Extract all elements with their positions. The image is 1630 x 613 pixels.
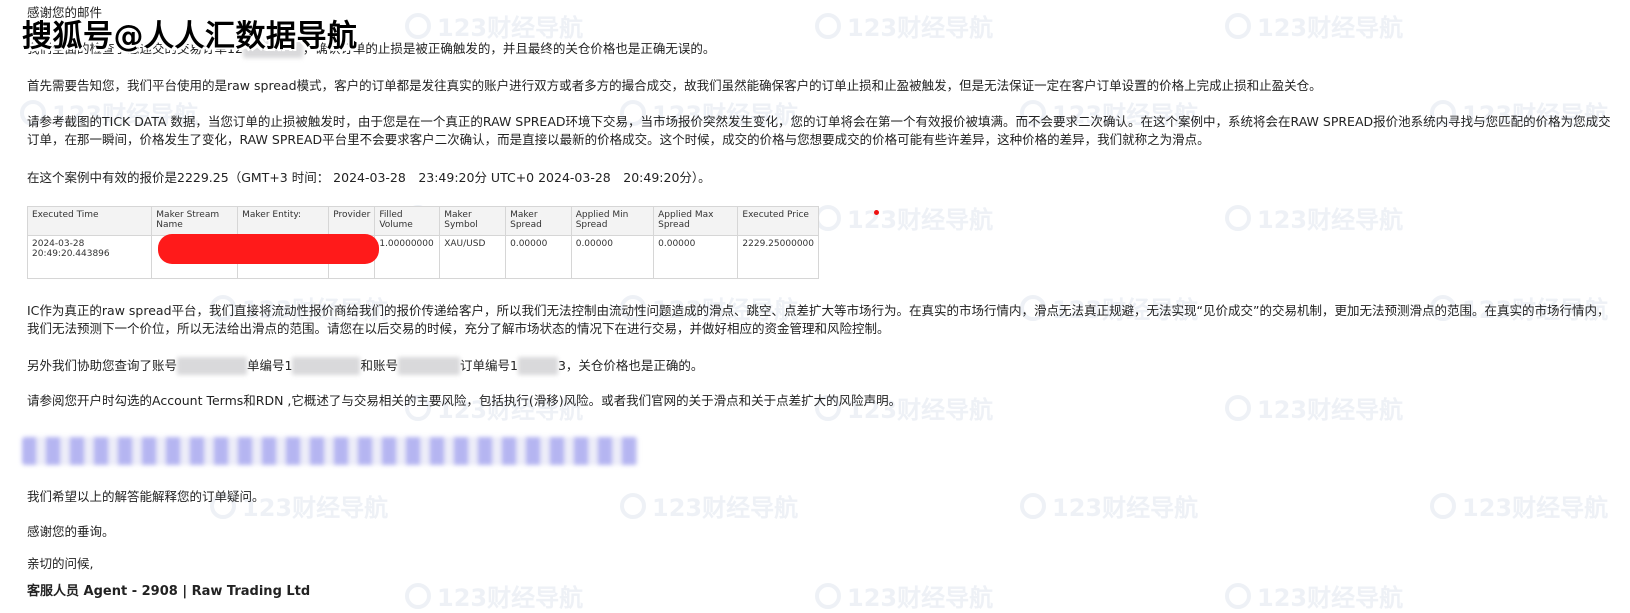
account-redaction: xxxxxxx — [177, 357, 248, 375]
p6-part-e: 3，关仓价格也是正确的。 — [557, 358, 704, 373]
table-header-row: Executed Time Maker Stream Name Maker En… — [26, 206, 819, 236]
p6-part-b: 单编号1 — [247, 358, 293, 373]
account-redaction: xxxxxx — [397, 357, 460, 375]
col-applied-max-spread: Applied Max Spread — [653, 206, 739, 236]
email-paragraph-3: 请参考截图的TICK DATA 数据，当您订单的止损被触发时，由于您是在一个真正… — [27, 114, 1611, 147]
red-redaction-mark — [158, 234, 379, 264]
email-closing: 亲切的问候, — [27, 556, 94, 571]
red-dot-mark — [874, 210, 879, 215]
cell-filled-volume: 1.00000000 — [374, 235, 441, 279]
tick-data-table-wrapper: Executed Time Maker Stream Name Maker En… — [26, 206, 819, 279]
email-paragraph-8: 我们希望以上的解答能解释您的订单疑问。 — [27, 489, 265, 504]
col-maker-symbol: Maker Symbol — [439, 206, 507, 236]
email-paragraph-9: 感谢您的垂询。 — [27, 524, 115, 539]
p6-part-a: 另外我们协助您查询了账号 — [27, 358, 178, 373]
email-paragraph-4: 在这个案例中有效的报价是2229.25（GMT+3 时间： 2024-03-28… — [27, 170, 711, 185]
col-executed-time: Executed Time — [26, 206, 153, 236]
order-redaction: xxxx — [517, 357, 558, 375]
p6-part-d: 订单编号1 — [459, 358, 518, 373]
table-row: 2024-03-28 20:49:20.443896 1.00000000 XA… — [26, 235, 819, 279]
tick-data-table: Executed Time Maker Stream Name Maker En… — [26, 206, 819, 279]
col-maker-stream-name: Maker Stream Name — [151, 206, 239, 236]
source-overlay-title: 搜狐号@人人汇数据导航 — [22, 19, 358, 54]
order-redaction: xxxxxxx — [292, 357, 361, 375]
p6-part-c: 和账号 — [360, 358, 398, 373]
email-paragraph-6: 另外我们协助您查询了账号xxxxxxx单编号1xxxxxxx和账号xxxxxx订… — [27, 357, 1617, 375]
col-maker-spread: Maker Spread — [505, 206, 572, 236]
col-applied-min-spread: Applied Min Spread — [570, 206, 655, 236]
p1-suffix: ，确认订单的止损是被正确触发的，并且最终的关仓价格也是正确无误的。 — [302, 41, 716, 56]
cell-executed-time: 2024-03-28 20:49:20.443896 — [26, 235, 153, 279]
email-paragraph-5: IC作为真正的raw spread平台，我们直接将流动性报价商给我们的报价传递给… — [27, 303, 1610, 336]
col-executed-price: Executed Price — [737, 206, 819, 236]
col-maker-entity: Maker Entity: — [237, 206, 330, 236]
col-provider: Provider — [328, 206, 376, 236]
cell-applied-max-spread: 0.00000 — [653, 235, 739, 279]
email-signature: 客服人员 Agent - 2908 | Raw Trading Ltd — [27, 584, 311, 599]
cell-applied-min-spread: 0.00000 — [570, 235, 655, 279]
email-paragraph-2: 首先需要告知您，我们平台使用的是raw spread模式，客户的订单都是发往真实… — [27, 78, 1322, 93]
email-paragraph-7: 请参阅您开户时勾选的Account Terms和RDN ,它概述了与交易相关的主… — [27, 393, 902, 408]
cell-maker-spread: 0.00000 — [505, 235, 572, 279]
cell-executed-price: 2229.25000000 — [737, 235, 819, 279]
email-body: 感谢您的邮件 我们全面的检查了您递交的交易订单12xxxxxx，确认订单的止损是… — [0, 0, 1630, 608]
risk-disclosure-link-redacted[interactable] — [22, 437, 638, 465]
col-filled-volume: Filled Volume — [374, 206, 441, 236]
cell-maker-symbol: XAU/USD — [439, 235, 507, 279]
